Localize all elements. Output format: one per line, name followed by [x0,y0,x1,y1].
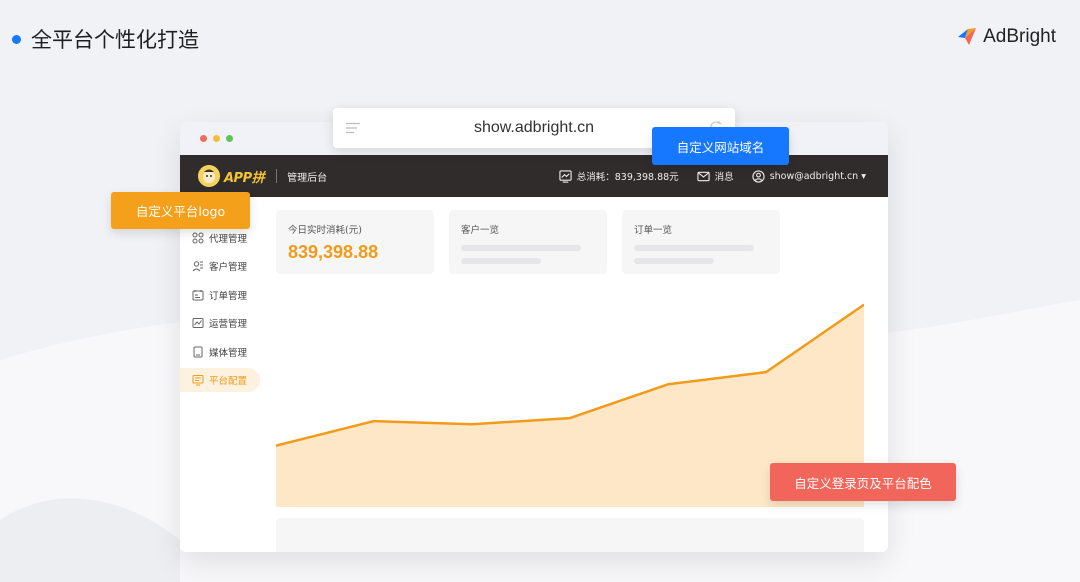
sidebar-item-customers[interactable]: 客户管理 [180,254,270,278]
sidebar-item-config[interactable]: 平台配置 [180,368,260,392]
mascot-icon [198,165,220,187]
sidebar-item-label: 运营管理 [209,319,248,330]
config-icon [192,375,204,386]
sidebar-item-agents[interactable]: 代理管理 [180,226,270,250]
sidebar-item-label: 平台配置 [209,376,248,387]
account-menu[interactable]: show@adbright.cn ▾ [752,169,866,183]
admin-label: 管理后台 [287,172,328,184]
chart-icon [559,169,572,183]
login-callout-text: 自定义登录页及平台配色 [794,475,932,491]
media-icon [193,346,203,357]
sidebar-item-label: 客户管理 [209,262,248,273]
login-callout: 自定义登录页及平台配色 [770,463,956,501]
maximize-dot[interactable] [226,135,233,142]
header-divider [276,169,278,183]
brand-name: AdBright [983,26,1056,47]
user-icon [752,169,765,183]
total-cost-text: 总消耗：839,398.88元 [576,172,679,183]
skeleton-line [634,245,754,251]
minimize-dot[interactable] [213,135,220,142]
orders-card[interactable]: 订单一览 [622,210,780,274]
window-controls [200,135,233,142]
sidebar-item-label: 订单管理 [209,290,248,302]
card-title: 今日实时消耗(元) [288,225,362,236]
total-cost[interactable]: 总消耗：839,398.88元 [559,169,679,183]
close-dot[interactable] [200,135,207,142]
operation-icon [192,318,204,328]
mail-icon [697,171,710,181]
account-email: show@adbright.cn ▾ [769,170,866,182]
skeleton-line [634,258,714,264]
realtime-cost-card[interactable]: 今日实时消耗(元) 839,398.88 [276,210,434,274]
messages-label: 消息 [714,172,734,183]
slide-title-text: 全平台个性化打造 [31,28,199,52]
menu-icon[interactable] [345,122,361,134]
logo-callout: 自定义平台logo [111,192,250,229]
logo-callout-text: 自定义平台logo [135,204,226,219]
sidebar-item-orders[interactable]: 订单管理 [180,283,270,307]
domain-callout-text: 自定义网站域名 [676,139,765,155]
skeleton-line [461,245,581,251]
order-icon [192,289,204,300]
bullet-dot [12,34,21,44]
grid-icon [192,232,204,243]
realtime-cost-value: 839,398.88 [288,242,379,262]
app-logo-text: APP拼 [224,170,265,186]
brand-logo: AdBright [955,25,1056,49]
adbright-logo-icon [958,28,977,45]
sidebar-item-label: 代理管理 [209,233,248,245]
app-logo-avatar[interactable] [198,165,220,187]
card-title: 订单一览 [634,225,673,236]
bottom-panel [276,518,864,552]
sidebar-item-operations[interactable]: 运营管理 [180,311,270,335]
card-title: 客户一览 [461,225,500,236]
url-text: show.adbright.cn [473,119,595,136]
sidebar-item-media[interactable]: 媒体管理 [180,340,270,364]
customers-card[interactable]: 客户一览 [449,210,607,274]
messages-link[interactable]: 消息 [697,169,734,183]
slide-title: 全平台个性化打造 [12,24,199,54]
domain-callout: 自定义网站域名 [652,127,789,165]
skeleton-line [461,258,541,264]
sidebar-item-label: 媒体管理 [209,347,248,359]
users-icon [192,261,203,272]
